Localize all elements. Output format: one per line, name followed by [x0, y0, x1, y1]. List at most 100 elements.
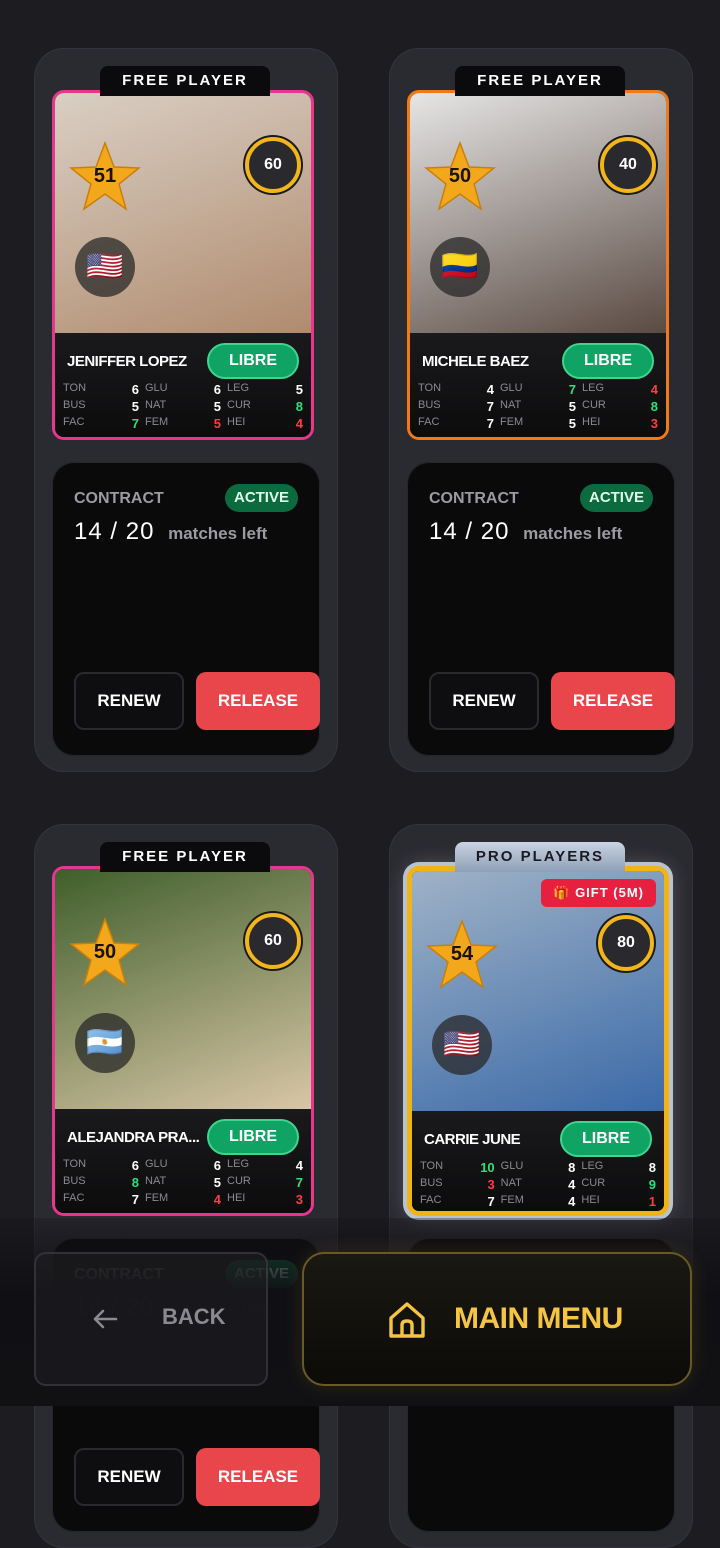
- stat-value: 5: [295, 382, 303, 397]
- main-menu-button[interactable]: MAIN MENU: [302, 1252, 692, 1386]
- stat-value: 8: [650, 399, 658, 414]
- matches-total: 20: [125, 518, 155, 545]
- stat-label: TON: [63, 1158, 87, 1170]
- stat-label: NAT: [145, 399, 167, 411]
- player-info-panel: MICHELE BAEZ LIBRE TON 4 GLU 7 LEG 4 BUS…: [410, 333, 666, 437]
- stat-label: LEG: [582, 382, 605, 394]
- renew-button[interactable]: RENEW: [74, 1448, 184, 1506]
- stat-cell: CUR 9: [581, 1177, 656, 1192]
- stat-label: BUS: [418, 399, 441, 411]
- stat-row: TON 6 GLU 6 LEG 4: [63, 1157, 303, 1174]
- stat-cell: NAT 5: [500, 399, 582, 414]
- stat-cell: LEG 5: [227, 382, 303, 397]
- matches-counter: 14 / 20 matches left: [74, 518, 267, 546]
- stat-value: 8: [568, 1160, 576, 1175]
- stats-table: TON 10 GLU 8 LEG 8 BUS 3 NAT 4 CUR 9 FAC…: [420, 1159, 656, 1210]
- player-card[interactable]: 🎁 GIFT (5M) 54 80 🇺🇸 CARRIE JUNE LIBRE T…: [407, 866, 669, 1216]
- matches-counter: 14 / 20 matches left: [429, 518, 622, 546]
- stat-value: 3: [650, 416, 658, 431]
- nationality-flag-icon: 🇨🇴: [430, 237, 490, 297]
- stat-value: 3: [295, 1192, 303, 1207]
- renew-button[interactable]: RENEW: [74, 672, 184, 730]
- stat-value: 7: [295, 1175, 303, 1190]
- star-rating-value: 54: [450, 943, 474, 965]
- stat-label: LEG: [227, 1158, 250, 1170]
- libre-button[interactable]: LIBRE: [560, 1121, 652, 1157]
- stat-label: FEM: [145, 416, 169, 428]
- stat-cell: NAT 5: [145, 399, 227, 414]
- star-rating-badge: 54: [425, 918, 499, 989]
- stat-label: TON: [418, 382, 442, 394]
- stat-value: 5: [131, 399, 139, 414]
- libre-button[interactable]: LIBRE: [207, 343, 299, 379]
- stat-value: 5: [213, 1175, 221, 1190]
- libre-button[interactable]: LIBRE: [562, 343, 654, 379]
- matches-used: 14: [74, 518, 103, 545]
- stat-label: FEM: [500, 416, 524, 428]
- player-card[interactable]: 50 60 🇦🇷 ALEJANDRA PRA... LIBRE TON 6 GL…: [52, 866, 314, 1216]
- contract-title: CONTRACT: [429, 490, 519, 507]
- stat-label: CUR: [227, 399, 251, 411]
- player-slot: FREE PLAYER 50 40 🇨🇴 MICHELE BAEZ LIBRE …: [389, 48, 693, 772]
- libre-button[interactable]: LIBRE: [207, 1119, 299, 1155]
- overall-rating-ring: 60: [245, 913, 301, 969]
- stat-value: 4: [295, 1158, 303, 1173]
- stat-row: BUS 3 NAT 4 CUR 9: [420, 1176, 656, 1193]
- player-photo: [55, 869, 311, 1109]
- stat-label: CUR: [227, 1175, 251, 1187]
- stat-row: TON 6 GLU 6 LEG 5: [63, 381, 303, 398]
- stat-label: FEM: [500, 1194, 524, 1206]
- stat-label: HEI: [581, 1194, 600, 1206]
- player-photo: [412, 871, 664, 1111]
- stat-cell: TON 6: [63, 382, 145, 397]
- overall-rating-ring: 80: [598, 915, 654, 971]
- player-type-badge: FREE PLAYER: [100, 842, 270, 872]
- stat-cell: FAC 7: [63, 1192, 145, 1207]
- stat-label: FAC: [418, 416, 440, 428]
- stat-label: CUR: [582, 399, 606, 411]
- renew-button[interactable]: RENEW: [429, 672, 539, 730]
- player-photo: [55, 93, 311, 333]
- player-slot: FREE PLAYER 51 60 🇺🇸 JENIFFER LOPEZ LIBR…: [34, 48, 338, 772]
- stat-value: 8: [131, 1175, 139, 1190]
- stat-value: 4: [486, 382, 494, 397]
- stat-cell: CUR 7: [227, 1175, 303, 1190]
- stat-row: TON 10 GLU 8 LEG 8: [420, 1159, 656, 1176]
- stat-cell: GLU 6: [145, 382, 227, 397]
- player-info-panel: ALEJANDRA PRA... LIBRE TON 6 GLU 6 LEG 4…: [55, 1109, 311, 1213]
- stat-value: 5: [568, 399, 576, 414]
- stat-value: 5: [568, 416, 576, 431]
- overall-rating-ring: 40: [600, 137, 656, 193]
- stat-cell: BUS 3: [420, 1177, 501, 1192]
- stat-cell: HEI 3: [582, 416, 658, 431]
- star-rating-value: 50: [93, 941, 117, 963]
- star-rating-value: 51: [93, 165, 117, 187]
- player-slot: PRO PLAYERS 🎁 GIFT (5M) 54 80 🇺🇸 CARRIE …: [389, 824, 693, 1548]
- player-slot: FREE PLAYER 50 60 🇦🇷 ALEJANDRA PRA... LI…: [34, 824, 338, 1548]
- release-button[interactable]: RELEASE: [196, 1448, 320, 1506]
- release-button[interactable]: RELEASE: [551, 672, 675, 730]
- stat-cell: FEM 4: [501, 1194, 582, 1209]
- stat-cell: BUS 7: [418, 399, 500, 414]
- contract-title: CONTRACT: [74, 490, 164, 507]
- stat-label: GLU: [145, 1158, 168, 1170]
- stat-label: GLU: [145, 382, 168, 394]
- matches-total: 20: [480, 518, 510, 545]
- stat-label: BUS: [63, 1175, 86, 1187]
- stat-value: 7: [486, 399, 494, 414]
- stat-row: BUS 5 NAT 5 CUR 8: [63, 398, 303, 415]
- stat-cell: CUR 8: [227, 399, 303, 414]
- stat-label: FAC: [420, 1194, 442, 1206]
- stat-cell: FAC 7: [418, 416, 500, 431]
- player-card[interactable]: 51 60 🇺🇸 JENIFFER LOPEZ LIBRE TON 6 GLU …: [52, 90, 314, 440]
- stat-cell: CUR 8: [582, 399, 658, 414]
- matches-separator: /: [110, 518, 126, 545]
- stat-label: FAC: [63, 416, 85, 428]
- stat-value: 7: [131, 416, 139, 431]
- back-button[interactable]: BACK: [34, 1252, 268, 1386]
- gift-badge[interactable]: 🎁 GIFT (5M): [541, 879, 656, 907]
- stat-row: TON 4 GLU 7 LEG 4: [418, 381, 658, 398]
- player-card[interactable]: 50 40 🇨🇴 MICHELE BAEZ LIBRE TON 4 GLU 7 …: [407, 90, 669, 440]
- release-button[interactable]: RELEASE: [196, 672, 320, 730]
- stat-label: TON: [63, 382, 87, 394]
